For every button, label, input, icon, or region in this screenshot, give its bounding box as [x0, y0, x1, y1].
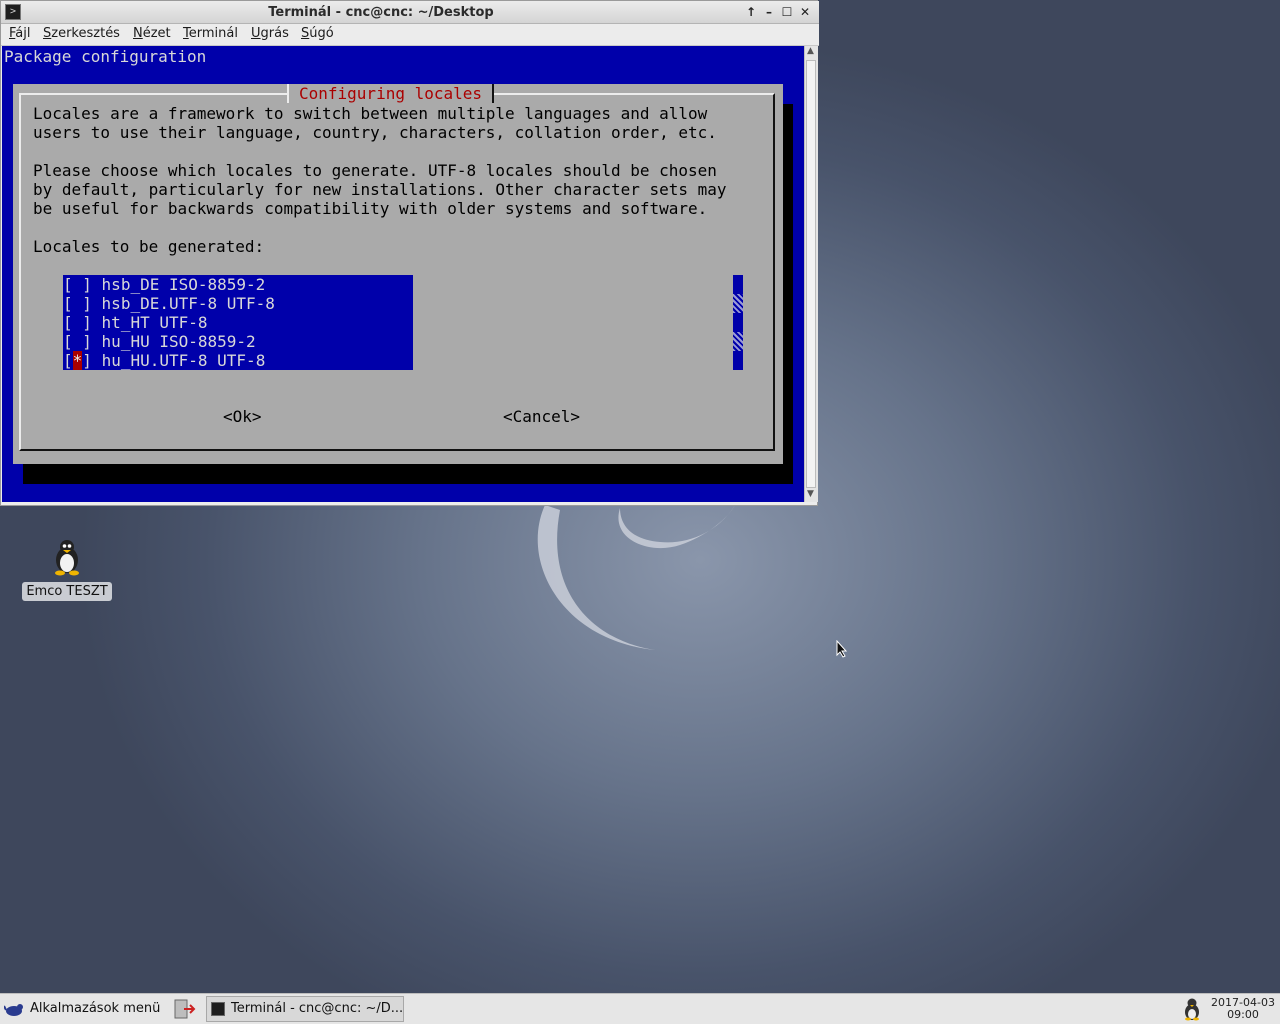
terminal-window: > Terminál - cnc@cnc: ~/Desktop ↑ – ☐ ✕ … — [0, 0, 819, 506]
locales-list-label: Locales to be generated: — [33, 237, 265, 256]
clock[interactable]: 2017-04-03 09:00 — [1208, 997, 1278, 1021]
maximize-button[interactable]: ☐ — [779, 4, 795, 20]
mouse-cursor-icon — [836, 640, 848, 658]
applications-menu-button[interactable]: Alkalmazások menü — [4, 998, 160, 1020]
list-item[interactable]: [ ] ht_HT UTF-8 — [63, 313, 208, 332]
minimize-button[interactable]: – — [761, 4, 777, 20]
tray-penguin-icon[interactable] — [1180, 997, 1204, 1021]
description-line: Please choose which locales to generate.… — [33, 161, 717, 180]
scrollbar-segment — [733, 294, 743, 313]
description-line: users to use their language, country, ch… — [33, 123, 717, 142]
list-scrollbar[interactable] — [733, 275, 743, 370]
checkbox-checked[interactable]: [*] — [63, 351, 92, 370]
package-configuration-header: Package configuration — [4, 47, 207, 66]
title-bar[interactable]: > Terminál - cnc@cnc: ~/Desktop ↑ – ☐ ✕ — [1, 1, 819, 24]
checkbox[interactable]: [ ] — [63, 294, 92, 313]
menu-file[interactable]: Fájl — [9, 26, 31, 41]
taskbar-terminal-button[interactable]: Terminál - cnc@cnc: ~/D... — [206, 996, 404, 1022]
desktop-icon-label: Emco TESZT — [22, 582, 112, 601]
checkbox[interactable]: [ ] — [63, 275, 92, 294]
checkbox[interactable]: [ ] — [63, 313, 92, 332]
terminal-screen[interactable]: Package configuration Configuring locale… — [2, 46, 804, 502]
dialog-title: Configuring locales — [287, 84, 495, 103]
ok-button[interactable]: <Ok> — [223, 407, 262, 426]
terminal-scrollbar[interactable]: ▲ ▼ — [804, 46, 818, 502]
xfce-mouse-icon — [4, 1004, 23, 1016]
dialog-frame — [19, 93, 775, 451]
checkbox[interactable]: [ ] — [63, 332, 92, 351]
menu-terminal[interactable]: Terminál — [183, 26, 238, 41]
list-item[interactable]: [ ] hsb_DE.UTF-8 UTF-8 — [63, 294, 275, 313]
scrollbar-thumb[interactable] — [806, 60, 816, 488]
description-line: be useful for backwards compatibility wi… — [33, 199, 708, 218]
debian-swirl-wallpaper — [537, 505, 735, 650]
desktop-icon-emco-teszt[interactable]: Emco TESZT — [22, 536, 112, 601]
clock-time: 09:00 — [1227, 1008, 1259, 1021]
terminal-icon — [211, 1002, 225, 1016]
menu-go[interactable]: Ugrás — [251, 26, 289, 41]
cancel-button[interactable]: <Cancel> — [503, 407, 580, 426]
scroll-down-icon[interactable]: ▼ — [807, 489, 814, 499]
always-on-top-button[interactable]: ↑ — [743, 4, 759, 20]
locales-dialog: Configuring locales Locales are a framew… — [13, 84, 783, 464]
menu-help[interactable]: Súgó — [301, 26, 334, 41]
close-button[interactable]: ✕ — [797, 4, 813, 20]
list-item[interactable]: [ ] hsb_DE ISO-8859-2 — [63, 275, 265, 294]
applications-menu-label: Alkalmazások menü — [30, 1001, 161, 1016]
list-item-selected[interactable]: [*] hu_HU.UTF-8 UTF-8 — [63, 351, 265, 370]
scroll-up-icon[interactable]: ▲ — [807, 46, 814, 56]
locales-checklist[interactable]: [ ] hsb_DE ISO-8859-2 [ ] hsb_DE.UTF-8 U… — [63, 275, 413, 370]
logout-icon[interactable] — [172, 997, 196, 1021]
menu-edit[interactable]: Szerkesztés — [43, 26, 120, 41]
window-title: Terminál - cnc@cnc: ~/Desktop — [268, 5, 494, 20]
taskbar: Alkalmazások menü Terminál - cnc@cnc: ~/… — [0, 993, 1280, 1024]
taskbar-terminal-label: Terminál - cnc@cnc: ~/D... — [231, 1001, 404, 1016]
list-item[interactable]: [ ] hu_HU ISO-8859-2 — [63, 332, 256, 351]
scrollbar-segment — [733, 332, 743, 351]
penguin-icon — [55, 540, 79, 576]
description-line: Locales are a framework to switch betwee… — [33, 104, 708, 123]
menu-bar: Fájl Szerkesztés Nézet Terminál Ugrás Sú… — [1, 24, 819, 46]
menu-view[interactable]: Nézet — [133, 26, 171, 41]
description-line: by default, particularly for new install… — [33, 180, 727, 199]
